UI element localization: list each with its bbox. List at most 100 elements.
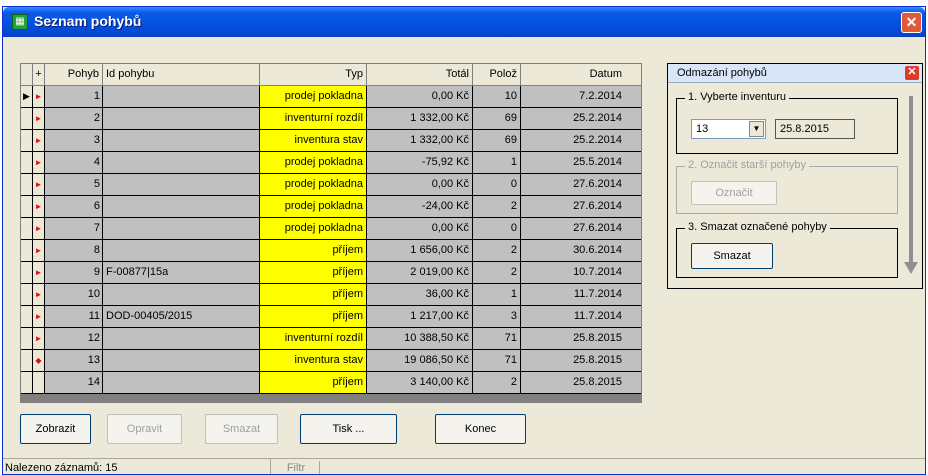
cell-id-pohybu[interactable] — [103, 196, 260, 218]
cell-total[interactable]: 1 217,00 Kč — [367, 306, 473, 328]
cell-total[interactable]: 19 086,50 Kč — [367, 350, 473, 372]
filtr-indicator[interactable]: Filtr — [273, 461, 320, 474]
cell-pohyb[interactable]: 3 — [45, 130, 103, 152]
opravit-button[interactable]: Opravit — [107, 414, 182, 444]
cell-total[interactable]: 0,00 Kč — [367, 174, 473, 196]
cell-poloz[interactable]: 2 — [473, 262, 521, 284]
cell-total[interactable]: 0,00 Kč — [367, 86, 473, 108]
cell-pohyb[interactable]: 10 — [45, 284, 103, 306]
cell-datum[interactable]: 25.2.2014 — [521, 130, 641, 152]
cell-typ[interactable]: inventurní rozdíl — [260, 108, 367, 130]
cell-id-pohybu[interactable] — [103, 372, 260, 394]
table-row[interactable]: ▶ ► 1 prodej pokladna 0,00 Kč 10 7.2.2014 — [21, 86, 641, 108]
cell-typ[interactable]: inventura stav — [260, 130, 367, 152]
cell-poloz[interactable]: 2 — [473, 240, 521, 262]
cell-poloz[interactable]: 3 — [473, 306, 521, 328]
cell-typ[interactable]: inventurní rozdíl — [260, 328, 367, 350]
cell-id-pohybu[interactable] — [103, 240, 260, 262]
cell-pohyb[interactable]: 6 — [45, 196, 103, 218]
cell-datum[interactable]: 7.2.2014 — [521, 86, 641, 108]
cell-poloz[interactable]: 69 — [473, 108, 521, 130]
cell-poloz[interactable]: 2 — [473, 372, 521, 394]
cell-pohyb[interactable]: 2 — [45, 108, 103, 130]
table-row[interactable]: 14 příjem 3 140,00 Kč 2 25.8.2015 — [21, 372, 641, 394]
cell-pohyb[interactable]: 8 — [45, 240, 103, 262]
cell-typ[interactable]: prodej pokladna — [260, 196, 367, 218]
cell-pohyb[interactable]: 14 — [45, 372, 103, 394]
table-row[interactable]: ► 10 příjem 36,00 Kč 1 11.7.2014 — [21, 284, 641, 306]
cell-pohyb[interactable]: 7 — [45, 218, 103, 240]
table-row[interactable]: ► 9 F-00877|15a příjem 2 019,00 Kč 2 10.7.2014 — [21, 262, 641, 284]
cell-id-pohybu[interactable]: DOD-00405/2015 — [103, 306, 260, 328]
chevron-down-icon[interactable]: ▼ — [749, 121, 764, 137]
panel-close-icon[interactable]: ✕ — [905, 66, 919, 80]
cell-poloz[interactable]: 2 — [473, 196, 521, 218]
cell-datum[interactable]: 27.6.2014 — [521, 174, 641, 196]
table-row[interactable]: ► 3 inventura stav 1 332,00 Kč 69 25.2.2014 — [21, 130, 641, 152]
cell-typ[interactable]: inventura stav — [260, 350, 367, 372]
cell-poloz[interactable]: 1 — [473, 152, 521, 174]
panel-smazat-button[interactable]: Smazat — [691, 243, 773, 269]
cell-datum[interactable]: 10.7.2014 — [521, 262, 641, 284]
cell-id-pohybu[interactable] — [103, 328, 260, 350]
cell-poloz[interactable]: 10 — [473, 86, 521, 108]
cell-total[interactable]: 0,00 Kč — [367, 218, 473, 240]
close-button[interactable]: ✕ — [901, 12, 922, 33]
cell-datum[interactable]: 27.6.2014 — [521, 218, 641, 240]
header-datum[interactable]: Datum — [521, 64, 641, 86]
header-plus[interactable]: + — [33, 64, 45, 86]
cell-typ[interactable]: příjem — [260, 240, 367, 262]
table-row[interactable]: ► 8 příjem 1 656,00 Kč 2 30.6.2014 — [21, 240, 641, 262]
cell-total[interactable]: 2 019,00 Kč — [367, 262, 473, 284]
cell-typ[interactable]: prodej pokladna — [260, 174, 367, 196]
cell-datum[interactable]: 30.6.2014 — [521, 240, 641, 262]
cell-pohyb[interactable]: 11 — [45, 306, 103, 328]
cell-typ[interactable]: příjem — [260, 262, 367, 284]
cell-datum[interactable]: 11.7.2014 — [521, 306, 641, 328]
cell-datum[interactable]: 25.2.2014 — [521, 108, 641, 130]
cell-typ[interactable]: příjem — [260, 306, 367, 328]
cell-poloz[interactable]: 71 — [473, 328, 521, 350]
cell-datum[interactable]: 25.8.2015 — [521, 372, 641, 394]
cell-typ[interactable]: prodej pokladna — [260, 218, 367, 240]
header-typ[interactable]: Typ — [260, 64, 367, 86]
cell-datum[interactable]: 25.8.2015 — [521, 350, 641, 372]
table-row[interactable]: ► 11 DOD-00405/2015 příjem 1 217,00 Kč 3 11.7.… — [21, 306, 641, 328]
cell-pohyb[interactable]: 4 — [45, 152, 103, 174]
cell-pohyb[interactable]: 13 — [45, 350, 103, 372]
cell-pohyb[interactable]: 12 — [45, 328, 103, 350]
cell-datum[interactable]: 25.8.2015 — [521, 328, 641, 350]
cell-typ[interactable]: prodej pokladna — [260, 152, 367, 174]
cell-typ[interactable]: příjem — [260, 284, 367, 306]
zobrazit-button[interactable]: Zobrazit — [20, 414, 91, 444]
oznacit-button[interactable]: Označit — [691, 181, 777, 205]
cell-pohyb[interactable]: 9 — [45, 262, 103, 284]
cell-poloz[interactable]: 69 — [473, 130, 521, 152]
header-total[interactable]: Totál — [367, 64, 473, 86]
cell-total[interactable]: 3 140,00 Kč — [367, 372, 473, 394]
table-row[interactable]: ► 6 prodej pokladna -24,00 Kč 2 27.6.2014 — [21, 196, 641, 218]
table-row[interactable]: ► 2 inventurní rozdíl 1 332,00 Kč 69 25.2.201… — [21, 108, 641, 130]
cell-pohyb[interactable]: 1 — [45, 86, 103, 108]
cell-total[interactable]: 1 656,00 Kč — [367, 240, 473, 262]
cell-total[interactable]: 1 332,00 Kč — [367, 130, 473, 152]
smazat-button[interactable]: Smazat — [205, 414, 278, 444]
cell-id-pohybu[interactable] — [103, 350, 260, 372]
cell-total[interactable]: 10 388,50 Kč — [367, 328, 473, 350]
cell-poloz[interactable]: 0 — [473, 174, 521, 196]
cell-poloz[interactable]: 71 — [473, 350, 521, 372]
header-poloz[interactable]: Polož — [473, 64, 521, 86]
inventura-select[interactable]: 13 ▼ — [691, 119, 766, 139]
cell-poloz[interactable]: 0 — [473, 218, 521, 240]
cell-total[interactable]: 36,00 Kč — [367, 284, 473, 306]
cell-datum[interactable]: 11.7.2014 — [521, 284, 641, 306]
table-row[interactable]: ► 7 prodej pokladna 0,00 Kč 0 27.6.2014 — [21, 218, 641, 240]
cell-id-pohybu[interactable] — [103, 130, 260, 152]
cell-typ[interactable]: prodej pokladna — [260, 86, 367, 108]
cell-id-pohybu[interactable] — [103, 108, 260, 130]
cell-pohyb[interactable]: 5 — [45, 174, 103, 196]
cell-id-pohybu[interactable] — [103, 174, 260, 196]
header-id-pohybu[interactable]: Id pohybu — [103, 64, 260, 86]
header-pohyb[interactable]: Pohyb — [45, 64, 103, 86]
cell-datum[interactable]: 25.5.2014 — [521, 152, 641, 174]
